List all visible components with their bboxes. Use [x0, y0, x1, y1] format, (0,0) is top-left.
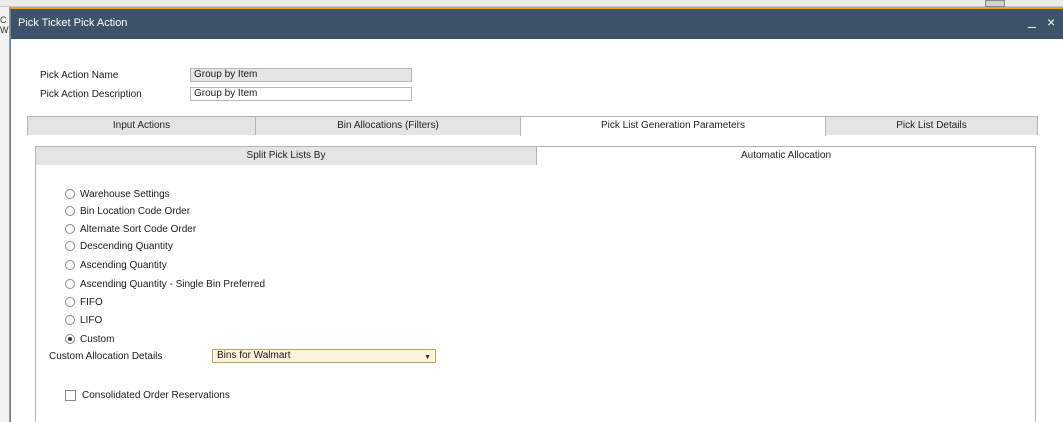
- radio-button[interactable]: [65, 279, 75, 289]
- radio-label: Warehouse Settings: [80, 188, 170, 200]
- background-fragment-text: C W: [0, 15, 9, 35]
- radio-button-selected[interactable]: [65, 334, 75, 344]
- radio-ascending-quantity[interactable]: Ascending Quantity: [65, 259, 167, 271]
- pick-action-description-field[interactable]: Group by Item: [190, 87, 412, 101]
- window-title: Pick Ticket Pick Action: [18, 17, 128, 29]
- radio-button[interactable]: [65, 189, 75, 199]
- consolidated-order-reservations-option[interactable]: Consolidated Order Reservations: [65, 389, 230, 401]
- radio-fifo[interactable]: FIFO: [65, 296, 103, 308]
- radio-label: Ascending Quantity - Single Bin Preferre…: [80, 278, 266, 290]
- chevron-down-icon[interactable]: ▼: [424, 352, 431, 364]
- dropdown-selected-value: Bins for Walmart: [217, 350, 291, 361]
- tab-pick-list-details[interactable]: Pick List Details: [825, 116, 1038, 135]
- radio-bin-location-code-order[interactable]: Bin Location Code Order: [65, 205, 190, 217]
- title-bar[interactable]: Pick Ticket Pick Action _ ×: [11, 9, 1063, 39]
- background-control-fragment: [985, 0, 1005, 7]
- radio-warehouse-settings[interactable]: Warehouse Settings: [65, 188, 170, 200]
- radio-label: LIFO: [80, 314, 103, 326]
- radio-alternate-sort-code-order[interactable]: Alternate Sort Code Order: [65, 223, 196, 235]
- tab-input-actions[interactable]: Input Actions: [27, 116, 256, 135]
- tab-bin-allocations[interactable]: Bin Allocations (Filters): [255, 116, 521, 135]
- radio-button[interactable]: [65, 224, 75, 234]
- radio-button[interactable]: [65, 260, 75, 270]
- automatic-allocation-panel: [35, 165, 1036, 422]
- checkbox[interactable]: [65, 389, 76, 401]
- minimize-button[interactable]: _: [1028, 13, 1036, 27]
- pick-action-name-field[interactable]: Group by Item: [190, 68, 412, 82]
- background-window-fragment: C W: [0, 7, 10, 422]
- tab-pick-list-generation-parameters[interactable]: Pick List Generation Parameters: [520, 116, 826, 136]
- sub-tab-strip: Split Pick Lists By Automatic Allocation: [35, 146, 1036, 166]
- radio-button[interactable]: [65, 297, 75, 307]
- tab-split-pick-lists-by[interactable]: Split Pick Lists By: [35, 146, 537, 166]
- pick-action-name-label: Pick Action Name: [40, 70, 119, 81]
- close-button[interactable]: ×: [1047, 15, 1055, 29]
- radio-label: Alternate Sort Code Order: [80, 223, 197, 235]
- main-tab-strip: Input Actions Bin Allocations (Filters) …: [27, 116, 1038, 136]
- background-window-edge: [0, 0, 1063, 7]
- radio-button[interactable]: [65, 206, 75, 216]
- radio-button[interactable]: [65, 315, 75, 325]
- radio-ascending-quantity-single-bin[interactable]: Ascending Quantity - Single Bin Preferre…: [65, 278, 265, 290]
- radio-custom[interactable]: Custom: [65, 333, 114, 345]
- radio-label: Descending Quantity: [80, 240, 173, 252]
- radio-button[interactable]: [65, 241, 75, 251]
- radio-label: FIFO: [80, 296, 103, 308]
- custom-allocation-details-label: Custom Allocation Details: [49, 351, 163, 362]
- radio-lifo[interactable]: LIFO: [65, 314, 102, 326]
- radio-descending-quantity[interactable]: Descending Quantity: [65, 240, 173, 252]
- tab-automatic-allocation[interactable]: Automatic Allocation: [536, 146, 1036, 166]
- radio-label: Custom: [80, 333, 115, 345]
- checkbox-label: Consolidated Order Reservations: [82, 389, 230, 401]
- pick-action-description-label: Pick Action Description: [40, 89, 142, 100]
- custom-allocation-details-dropdown[interactable]: Bins for Walmart ▼: [212, 349, 436, 363]
- radio-label: Ascending Quantity: [80, 259, 167, 271]
- radio-label: Bin Location Code Order: [80, 205, 191, 217]
